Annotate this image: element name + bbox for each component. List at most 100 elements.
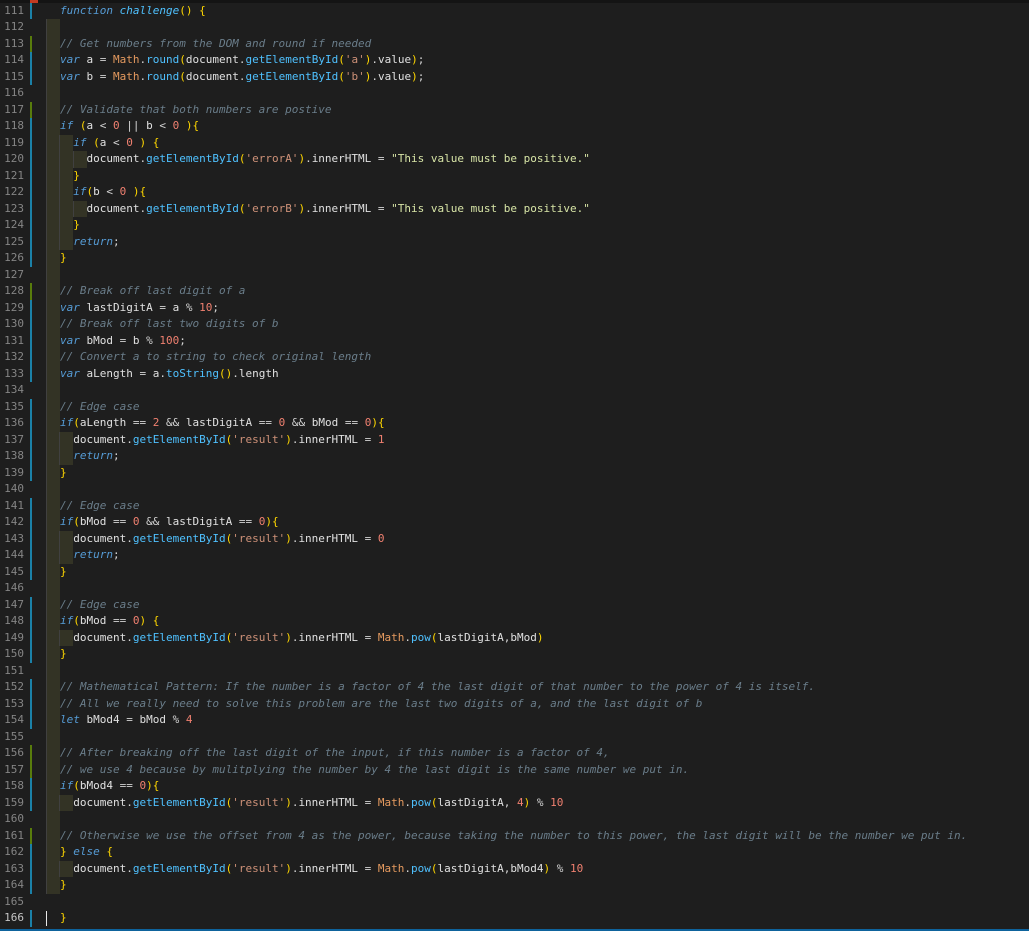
git-modified-marker[interactable] — [30, 415, 32, 432]
code-line[interactable]: 126} — [0, 250, 1029, 267]
git-modified-marker[interactable] — [30, 167, 32, 184]
git-modified-marker[interactable] — [30, 514, 32, 531]
git-added-marker[interactable] — [30, 827, 32, 844]
git-modified-marker[interactable] — [30, 118, 32, 135]
code-line[interactable]: 154 let bMod4 = bMod % 4 — [0, 712, 1029, 729]
code-line[interactable]: 135 // Edge case — [0, 398, 1029, 415]
git-modified-marker[interactable] — [30, 299, 32, 316]
code-line[interactable]: 131 var bMod = b % 100; — [0, 332, 1029, 349]
code-line[interactable]: 120 document.getElementById('errorA').inn… — [0, 151, 1029, 168]
code-line[interactable]: 155 — [0, 728, 1029, 745]
git-modified-marker[interactable] — [30, 151, 32, 168]
git-modified-marker[interactable] — [30, 794, 32, 811]
git-modified-marker[interactable] — [30, 910, 32, 927]
code-line[interactable]: 157 // we use 4 because by mulitplying th… — [0, 761, 1029, 778]
code-line[interactable]: 145} — [0, 563, 1029, 580]
code-line[interactable]: 141 // Edge case — [0, 497, 1029, 514]
code-line[interactable]: 164} — [0, 877, 1029, 894]
code-line[interactable]: 147 // Edge case — [0, 596, 1029, 613]
git-modified-marker[interactable] — [30, 613, 32, 630]
git-modified-marker[interactable] — [30, 497, 32, 514]
git-modified-marker[interactable] — [30, 596, 32, 613]
git-modified-marker[interactable] — [30, 52, 32, 69]
code-line[interactable]: 129 var lastDigitA = a % 10; — [0, 299, 1029, 316]
git-modified-marker[interactable] — [30, 200, 32, 217]
code-line[interactable]: 158 if(bMod4 == 0){ — [0, 778, 1029, 795]
code-line[interactable]: 166} — [0, 910, 1029, 927]
git-modified-marker[interactable] — [30, 629, 32, 646]
code-line[interactable]: 144 return; — [0, 547, 1029, 564]
git-modified-marker[interactable] — [30, 217, 32, 234]
code-line[interactable]: 128 // Break off last digit of a — [0, 283, 1029, 300]
git-modified-marker[interactable] — [30, 233, 32, 250]
git-modified-marker[interactable] — [30, 2, 32, 19]
code-line[interactable]: 119 if (a < 0 ) { — [0, 134, 1029, 151]
git-modified-marker[interactable] — [30, 860, 32, 877]
git-modified-marker[interactable] — [30, 695, 32, 712]
git-modified-marker[interactable] — [30, 316, 32, 333]
git-modified-marker[interactable] — [30, 778, 32, 795]
code-line[interactable]: 125 return; — [0, 233, 1029, 250]
code-line[interactable]: 149 document.getElementById('result').inn… — [0, 629, 1029, 646]
git-added-marker[interactable] — [30, 101, 32, 118]
git-modified-marker[interactable] — [30, 349, 32, 366]
code-line[interactable]: 117 // Validate that both numbers are pos… — [0, 101, 1029, 118]
git-modified-marker[interactable] — [30, 679, 32, 696]
git-added-marker[interactable] — [30, 761, 32, 778]
git-modified-marker[interactable] — [30, 134, 32, 151]
git-modified-marker[interactable] — [30, 250, 32, 267]
git-modified-marker[interactable] — [30, 365, 32, 382]
code-line[interactable]: 150} — [0, 646, 1029, 663]
code-line[interactable]: 113 // Get numbers from the DOM and round… — [0, 35, 1029, 52]
code-line[interactable]: 124} — [0, 217, 1029, 234]
code-line[interactable]: 118 if (a < 0 || b < 0 ){ — [0, 118, 1029, 135]
git-added-marker[interactable] — [30, 35, 32, 52]
code-line[interactable]: 162} else { — [0, 844, 1029, 861]
code-line[interactable]: 127 — [0, 266, 1029, 283]
git-modified-marker[interactable] — [30, 530, 32, 547]
git-modified-marker[interactable] — [30, 844, 32, 861]
code-line[interactable]: 130 // Break off last two digits of b — [0, 316, 1029, 333]
git-modified-marker[interactable] — [30, 877, 32, 894]
git-modified-marker[interactable] — [30, 464, 32, 481]
git-modified-marker[interactable] — [30, 184, 32, 201]
git-modified-marker[interactable] — [30, 448, 32, 465]
code-line[interactable]: 136 if(aLength == 2 && lastDigitA == 0 &&… — [0, 415, 1029, 432]
git-modified-marker[interactable] — [30, 563, 32, 580]
code-line[interactable]: 159 document.getElementById('result').inn… — [0, 794, 1029, 811]
code-line[interactable]: 165 — [0, 894, 1029, 911]
code-line[interactable]: 163 document.getElementById('result').inn… — [0, 860, 1029, 877]
git-modified-marker[interactable] — [30, 712, 32, 729]
code-line[interactable]: 111 function challenge() { — [0, 2, 1029, 19]
code-line[interactable]: 137 document.getElementById('result').inn… — [0, 431, 1029, 448]
code-line[interactable]: 121} — [0, 167, 1029, 184]
code-line[interactable]: 151 — [0, 662, 1029, 679]
code-line[interactable]: 142 if(bMod == 0 && lastDigitA == 0){ — [0, 514, 1029, 531]
code-line[interactable]: 140 — [0, 481, 1029, 498]
code-line[interactable]: 116 — [0, 85, 1029, 102]
git-modified-marker[interactable] — [30, 398, 32, 415]
code-line[interactable]: 152 // Mathematical Pattern: If the numbe… — [0, 679, 1029, 696]
git-added-marker[interactable] — [30, 745, 32, 762]
git-modified-marker[interactable] — [30, 646, 32, 663]
code-line[interactable]: 146 — [0, 580, 1029, 597]
git-modified-marker[interactable] — [30, 332, 32, 349]
code-line[interactable]: 123 document.getElementById('errorB').inn… — [0, 200, 1029, 217]
code-line[interactable]: 161 // Otherwise we use the offset from 4… — [0, 827, 1029, 844]
code-line[interactable]: 112 — [0, 19, 1029, 36]
code-line[interactable]: 156 // After breaking off the last digit … — [0, 745, 1029, 762]
code-line[interactable]: 139} — [0, 464, 1029, 481]
code-line[interactable]: 153 // All we really need to solve this p… — [0, 695, 1029, 712]
code-line[interactable]: 115 var b = Math.round(document.getElemen… — [0, 68, 1029, 85]
code-line[interactable]: 143 document.getElementById('result').inn… — [0, 530, 1029, 547]
code-line[interactable]: 133 var aLength = a.toString().length — [0, 365, 1029, 382]
code-line[interactable]: 138 return; — [0, 448, 1029, 465]
code-line[interactable]: 114 var a = Math.round(document.getElemen… — [0, 52, 1029, 69]
code-editor[interactable]: 111 function challenge() {112 113 // Get nu… — [0, 0, 1029, 931]
git-added-marker[interactable] — [30, 283, 32, 300]
code-line[interactable]: 134 — [0, 382, 1029, 399]
code-line[interactable]: 160 — [0, 811, 1029, 828]
git-modified-marker[interactable] — [30, 431, 32, 448]
code-line[interactable]: 148 if(bMod == 0) { — [0, 613, 1029, 630]
git-modified-marker[interactable] — [30, 68, 32, 85]
